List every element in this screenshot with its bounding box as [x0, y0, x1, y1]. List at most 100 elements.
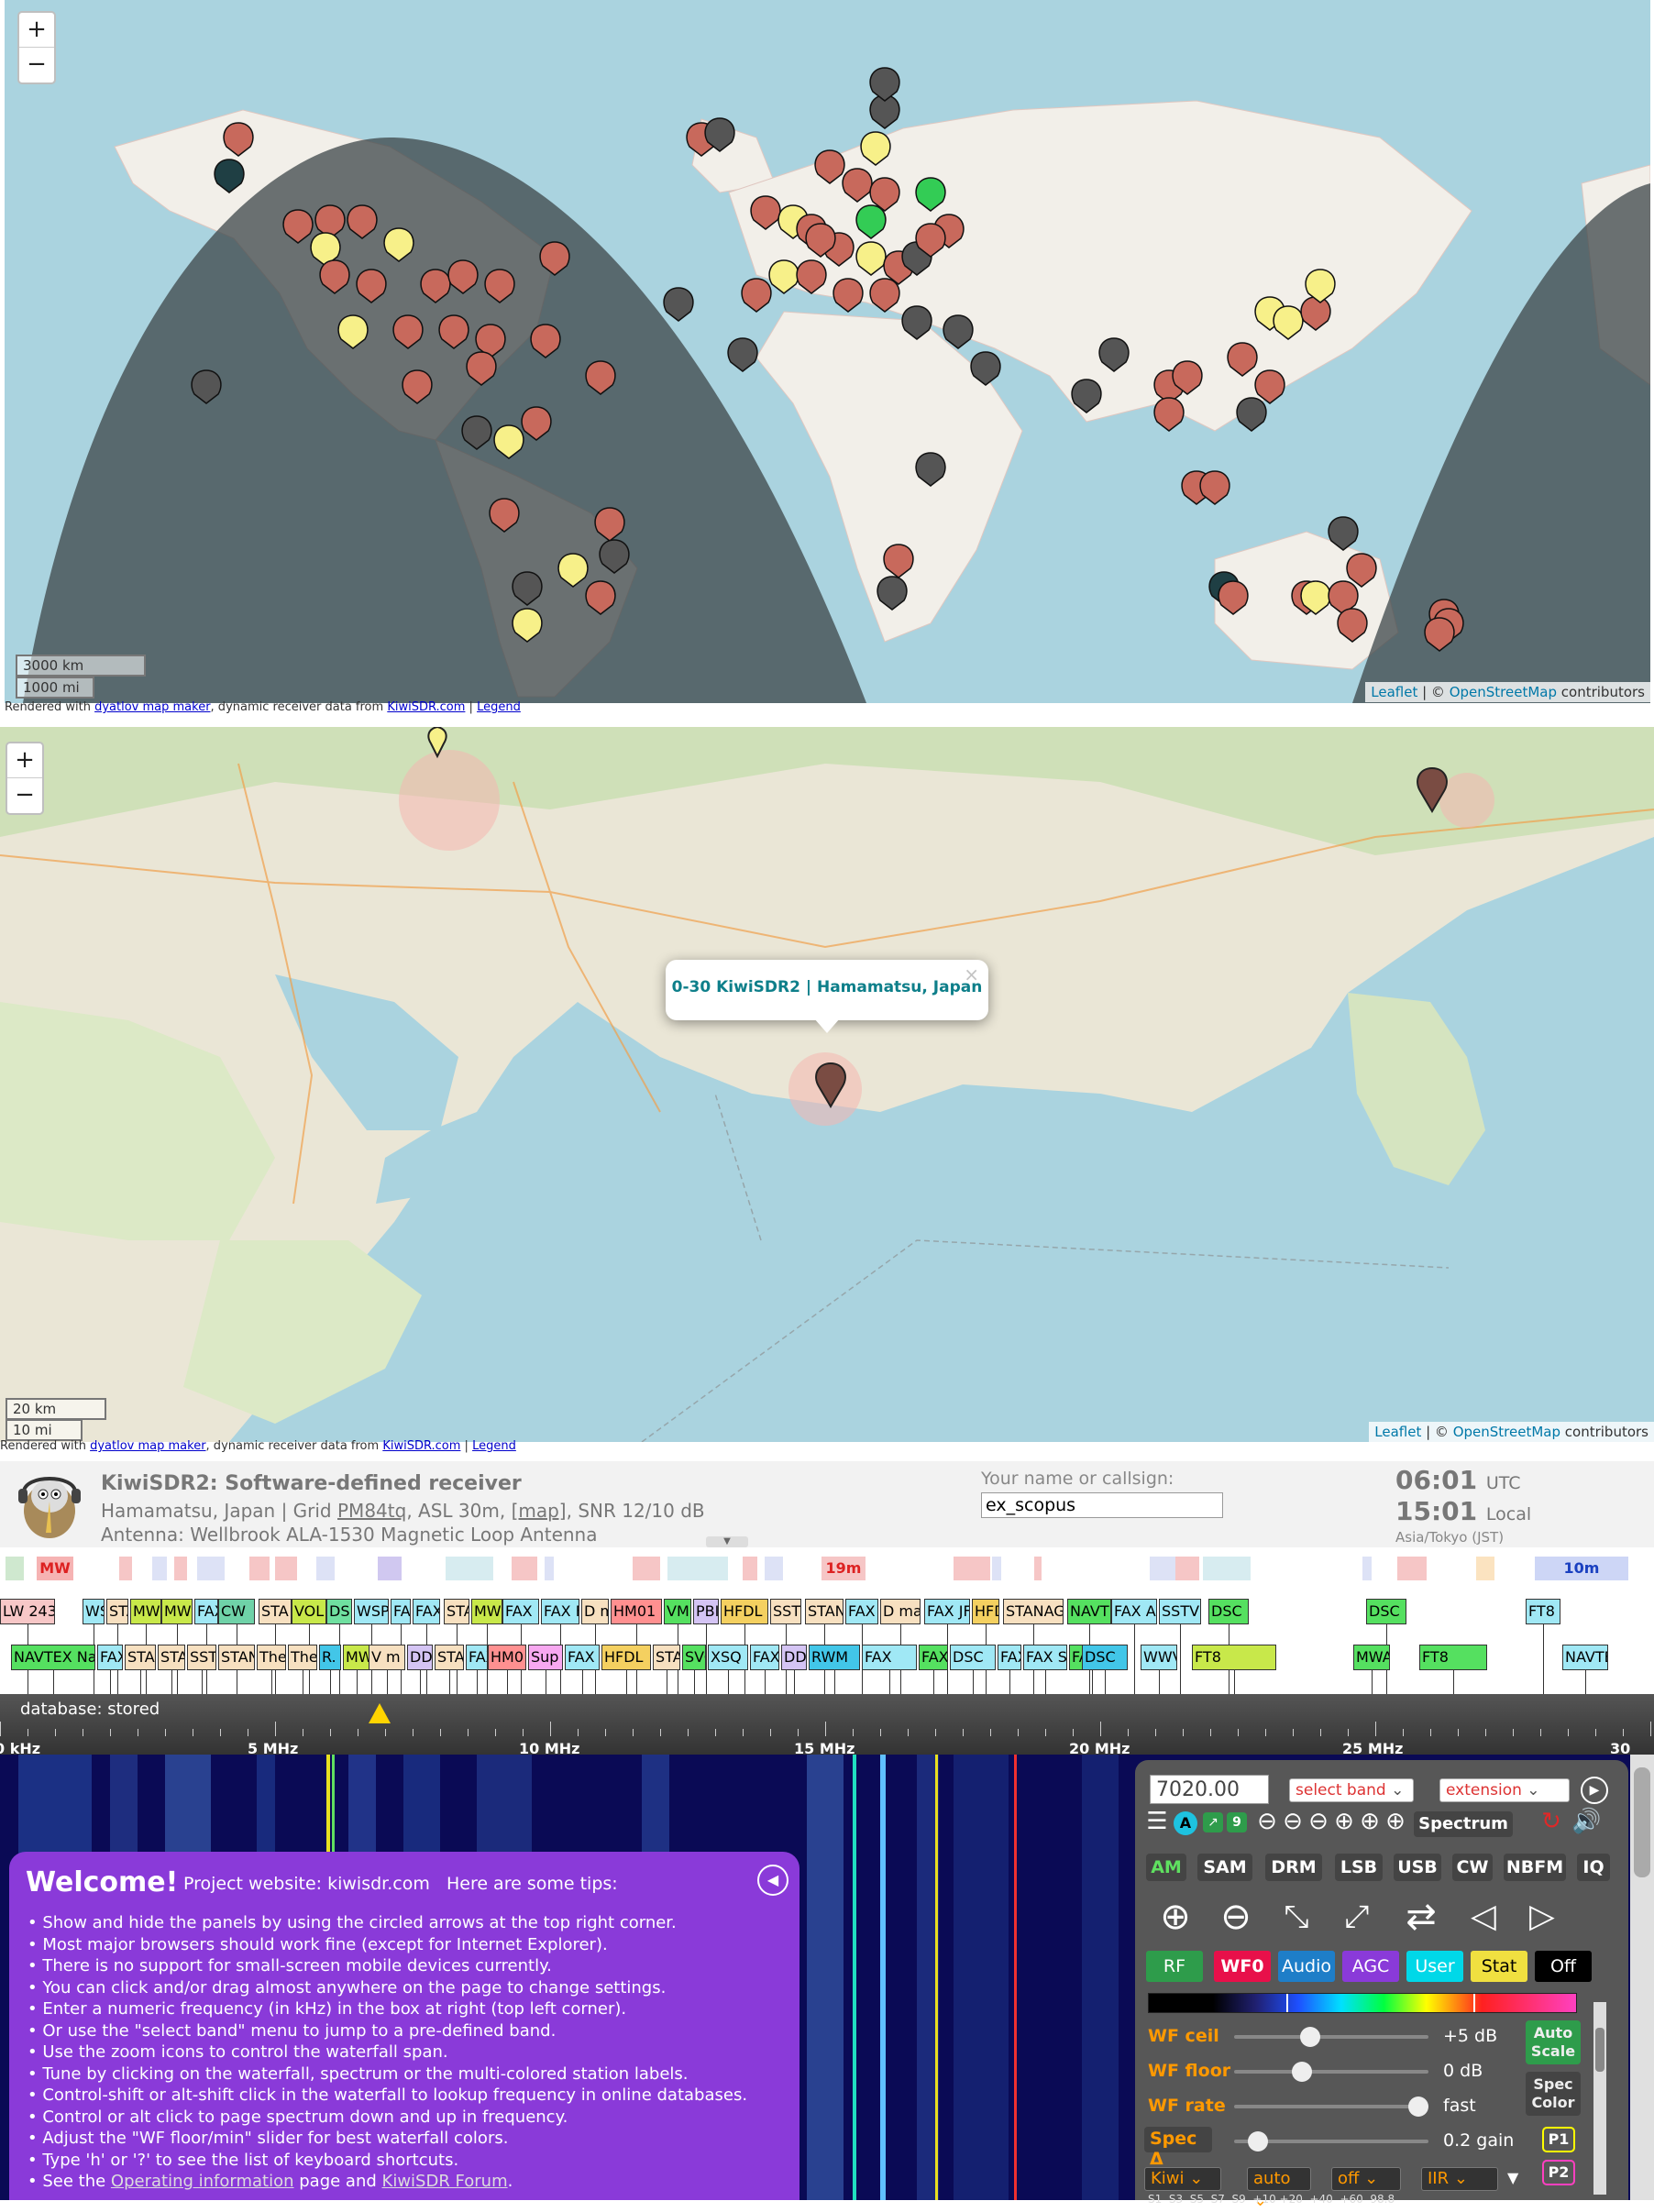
station-labels[interactable]: LW 243WSSTAMWMWFAXCWSTAVOLDSWSPFAXFAXSTA…: [0, 1586, 1654, 1694]
station-label[interactable]: CW: [218, 1599, 255, 1624]
zoom-out-button[interactable]: −: [7, 778, 42, 813]
page-left-icon[interactable]: ◁: [1456, 1890, 1511, 1945]
wf-floor-slider[interactable]: [1234, 2062, 1428, 2082]
auto-scale-button[interactable]: Auto Scale: [1526, 2020, 1581, 2064]
station-label[interactable]: PBI: [693, 1599, 719, 1624]
station-label[interactable]: FAX: [502, 1599, 539, 1624]
colormap-marker[interactable]: [1473, 1994, 1475, 2012]
station-label[interactable]: SST: [187, 1645, 216, 1670]
station-label[interactable]: HFDL: [601, 1645, 651, 1670]
band-segment[interactable]: [6, 1557, 24, 1580]
band-segment[interactable]: [119, 1557, 132, 1580]
slider-knob[interactable]: [1300, 2027, 1321, 2047]
spec-delta-button[interactable]: Spec Δ: [1144, 2127, 1212, 2169]
info-link[interactable]: KiwiSDR Forum: [382, 2172, 508, 2191]
popup-text[interactable]: 0-30 KiwiSDR2 | Hamamatsu, Japan: [666, 978, 988, 996]
spectrum-button[interactable]: Spectrum: [1414, 1811, 1513, 1837]
station-label[interactable]: MW: [343, 1645, 370, 1670]
band-segment[interactable]: [1150, 1557, 1175, 1580]
station-label[interactable]: HFDL: [721, 1599, 768, 1624]
menu-icon[interactable]: ☰: [1144, 1810, 1170, 1835]
mode-button-sam[interactable]: SAM: [1197, 1854, 1252, 1881]
station-label[interactable]: NAVTEX Na: [11, 1645, 95, 1670]
popup-close-button[interactable]: ×: [964, 963, 979, 985]
tuning-marker-icon[interactable]: [369, 1703, 391, 1723]
station-label[interactable]: FAX: [194, 1599, 218, 1624]
receiver-marker[interactable]: [727, 337, 758, 372]
station-label[interactable]: MW: [161, 1599, 193, 1624]
play-icon[interactable]: ▶: [1581, 1777, 1608, 1804]
leaflet-link[interactable]: Leaflet: [1371, 684, 1417, 700]
plus-circle-icon[interactable]: ⊕: [1331, 1810, 1357, 1835]
station-label[interactable]: WWV: [1141, 1645, 1177, 1670]
zoom-out-button[interactable]: −: [19, 48, 54, 83]
station-label[interactable]: V m: [369, 1645, 405, 1670]
tab-rf[interactable]: RF: [1146, 1951, 1203, 1982]
station-label[interactable]: STAN: [218, 1645, 255, 1670]
band-segment[interactable]: [512, 1557, 537, 1580]
station-label[interactable]: DD: [781, 1645, 807, 1670]
world-zoom-control[interactable]: + −: [17, 11, 56, 84]
station-label[interactable]: D ma: [880, 1599, 921, 1624]
station-label[interactable]: DSC: [1208, 1599, 1249, 1624]
badge-9[interactable]: 9: [1227, 1812, 1247, 1832]
kiwi-select[interactable]: Kiwi ⌄: [1144, 2167, 1221, 2191]
scrollbar-thumb[interactable]: [1634, 1767, 1650, 1877]
grid-link[interactable]: PM84tq: [337, 1500, 406, 1522]
zoom-band-out-icon[interactable]: ⤢: [1329, 1890, 1384, 1945]
station-label[interactable]: DSC: [1082, 1645, 1128, 1670]
station-label[interactable]: SST: [770, 1599, 801, 1624]
station-label[interactable]: FAX: [998, 1645, 1021, 1670]
dyatlov-link[interactable]: dyatlov map maker: [94, 700, 210, 714]
slider-knob[interactable]: [1291, 2062, 1312, 2082]
wf-ceil-slider[interactable]: [1234, 2027, 1428, 2047]
plus-circle-icon[interactable]: ⊕: [1383, 1810, 1408, 1835]
station-label[interactable]: HM01: [611, 1599, 662, 1624]
leaflet-link[interactable]: Leaflet: [1374, 1424, 1421, 1440]
station-label[interactable]: SVO: [682, 1645, 706, 1670]
station-label[interactable]: FAX: [565, 1645, 600, 1670]
station-label[interactable]: FAX F: [541, 1599, 579, 1624]
scrollbar-thumb[interactable]: [1595, 2028, 1604, 2072]
station-label[interactable]: D m: [581, 1599, 609, 1624]
kiwi-bird-logo-icon[interactable]: [13, 1469, 86, 1544]
station-label[interactable]: VOL: [292, 1599, 326, 1624]
legend-link[interactable]: Legend: [472, 1439, 516, 1453]
colormap-marker[interactable]: [1286, 1994, 1288, 2012]
station-label[interactable]: DS: [326, 1599, 352, 1624]
spec-color-button[interactable]: Spec Color: [1526, 2072, 1581, 2116]
station-label[interactable]: STANAG: [1003, 1599, 1064, 1624]
mode-button-drm[interactable]: DRM: [1265, 1854, 1322, 1881]
kiwisdr-link[interactable]: KiwiSDR.com: [382, 1439, 460, 1453]
preset-p1-button[interactable]: P1: [1542, 2127, 1575, 2152]
station-label[interactable]: FAX: [862, 1645, 917, 1670]
station-label[interactable]: NAVT: [1067, 1599, 1111, 1624]
kiwisdr-website-link[interactable]: kiwisdr.com: [327, 1874, 430, 1894]
mode-button-usb[interactable]: USB: [1394, 1854, 1441, 1881]
tab-agc[interactable]: AGC: [1342, 1951, 1399, 1982]
station-label[interactable]: SSTV: [1159, 1599, 1201, 1624]
tab-user[interactable]: User: [1406, 1951, 1463, 1982]
station-label[interactable]: STA: [106, 1599, 128, 1624]
band-segment[interactable]: [446, 1557, 493, 1580]
collapse-icon[interactable]: ▼: [1507, 2169, 1518, 2186]
station-label[interactable]: The: [288, 1645, 317, 1670]
band-segment[interactable]: [152, 1557, 167, 1580]
off-select[interactable]: off ⌄: [1331, 2167, 1401, 2191]
receiver-marker[interactable]: [833, 278, 864, 313]
station-label[interactable]: FAX: [413, 1599, 440, 1624]
slider-knob[interactable]: [1248, 2131, 1269, 2151]
refresh-icon[interactable]: ↻: [1538, 1810, 1564, 1835]
station-label[interactable]: MW: [471, 1599, 502, 1624]
band-segment[interactable]: [1203, 1557, 1251, 1580]
station-label[interactable]: STA: [435, 1645, 464, 1670]
frequency-input[interactable]: 7020.00: [1150, 1775, 1269, 1804]
spec-gain-slider[interactable]: [1234, 2131, 1428, 2151]
station-label[interactable]: MWARA NP: [1353, 1645, 1390, 1670]
band-segment[interactable]: [992, 1557, 1001, 1580]
band-label-10m[interactable]: 10m: [1535, 1557, 1628, 1580]
band-segment[interactable]: [316, 1557, 335, 1580]
tab-audio[interactable]: Audio: [1278, 1951, 1335, 1982]
station-label[interactable]: NAVTEX: [1562, 1645, 1608, 1670]
station-label[interactable]: Sup: [528, 1645, 563, 1670]
